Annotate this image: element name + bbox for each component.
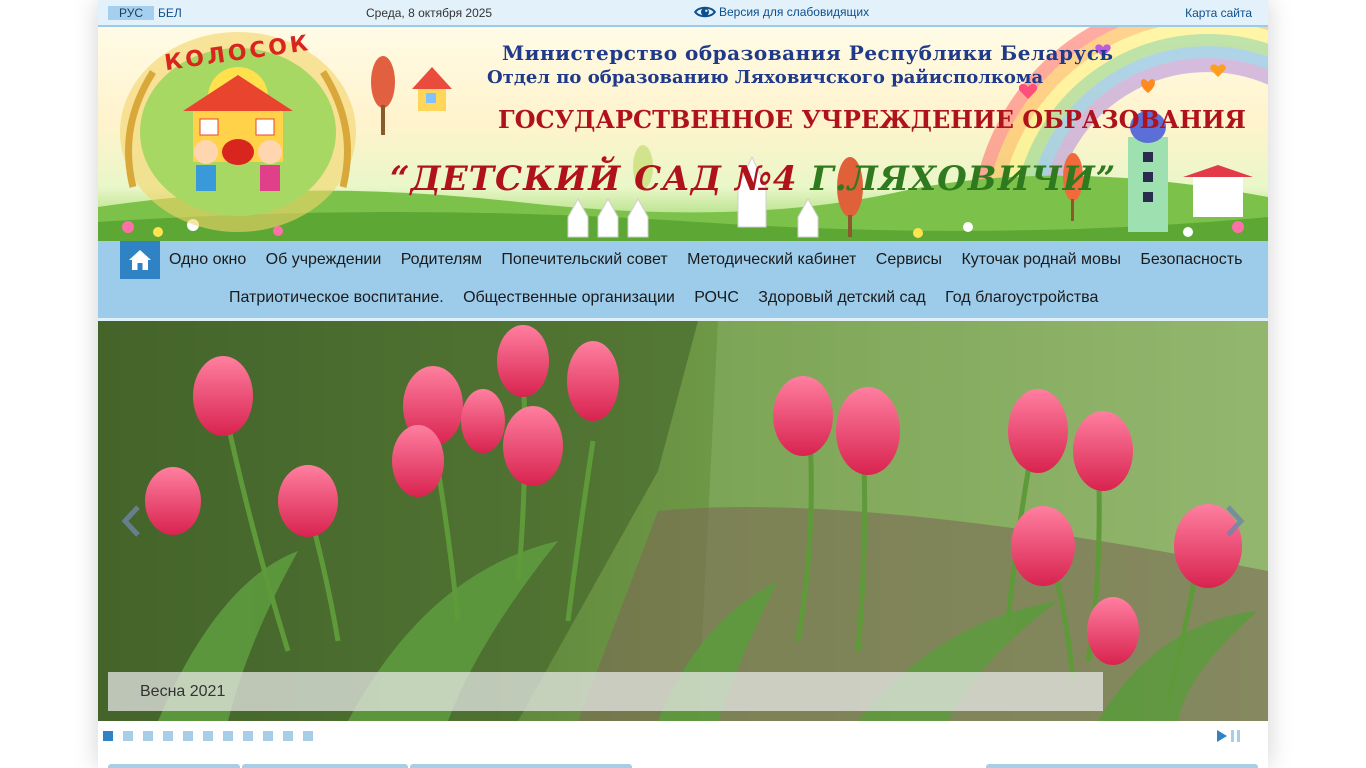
slider-prev-button[interactable] bbox=[116, 501, 146, 541]
institution-type: Государственное учреждение образования bbox=[498, 105, 1246, 134]
slider-dot-10[interactable] bbox=[283, 731, 293, 741]
low-vision-label: Версия для слабовидящих bbox=[719, 5, 870, 19]
menu-item-public-organizations[interactable]: Общественные организации bbox=[463, 289, 675, 307]
menu-item-safety[interactable]: Безопасность bbox=[1140, 251, 1242, 269]
chevron-right-icon bbox=[1226, 505, 1245, 537]
page-container: РУС БЕЛ Среда, 8 октября 2025 Версия для… bbox=[98, 0, 1268, 768]
chevron-left-icon bbox=[121, 505, 140, 537]
menu-item-about[interactable]: Об учреждении bbox=[266, 251, 382, 269]
slider-dot-3[interactable] bbox=[143, 731, 153, 741]
low-vision-link[interactable]: Версия для слабовидящих bbox=[693, 3, 869, 21]
menu-item-board-of-trustees[interactable]: Попечительский совет bbox=[501, 251, 667, 269]
slider-dot-7[interactable] bbox=[223, 731, 233, 741]
language-switcher: РУС БЕЛ bbox=[108, 6, 182, 20]
menu-row-1: Одно окно Об учреждении Родителям Попечи… bbox=[169, 241, 1262, 279]
tab-peek-4[interactable] bbox=[986, 764, 1258, 768]
home-icon bbox=[129, 250, 151, 270]
pause-icon[interactable] bbox=[1231, 730, 1240, 742]
menu-item-patriotic-education[interactable]: Патриотическое воспитание. bbox=[229, 289, 444, 307]
home-button[interactable] bbox=[120, 241, 160, 279]
menu-row-2: Патриотическое воспитание. Общественные … bbox=[229, 279, 1118, 317]
slider-dot-5[interactable] bbox=[183, 731, 193, 741]
menu-item-native-language[interactable]: Куточак роднай мовы bbox=[961, 251, 1121, 269]
lang-bel-link[interactable]: БЕЛ bbox=[158, 6, 182, 20]
institution-name-part1: “ДЕТСКИЙ САД №4 bbox=[390, 159, 798, 199]
sitemap-link[interactable]: Карта сайта bbox=[1185, 6, 1252, 20]
image-slider: Весна 2021 bbox=[98, 321, 1268, 721]
slider-pagination bbox=[103, 731, 323, 741]
slider-dot-11[interactable] bbox=[303, 731, 313, 741]
play-icon[interactable] bbox=[1217, 730, 1227, 742]
slider-dot-1[interactable] bbox=[103, 731, 113, 741]
department-title: Отдел по образованию Ляховичского райисп… bbox=[487, 67, 1044, 88]
tab-peek-3[interactable] bbox=[410, 764, 632, 768]
slider-next-button[interactable] bbox=[1220, 501, 1250, 541]
slider-dot-6[interactable] bbox=[203, 731, 213, 741]
institution-name: “ДЕТСКИЙ САД №4 Г.ЛЯХОВИЧИ” bbox=[390, 159, 1116, 199]
menu-item-parents[interactable]: Родителям bbox=[401, 251, 482, 269]
menu-item-improvement-year[interactable]: Год благоустройства bbox=[945, 289, 1098, 307]
menu-item-rochs[interactable]: РОЧС bbox=[694, 289, 739, 307]
slide-image-tulips bbox=[98, 321, 1268, 721]
lang-rus-button[interactable]: РУС bbox=[108, 6, 154, 20]
current-date: Среда, 8 октября 2025 bbox=[366, 6, 493, 20]
menu-item-one-window[interactable]: Одно окно bbox=[169, 251, 246, 269]
header-banner: КОЛОСОК Министерство образования Республ… bbox=[98, 27, 1268, 241]
tab-peek-1[interactable] bbox=[108, 764, 240, 768]
eye-icon bbox=[694, 6, 716, 18]
menu-item-methodical-office[interactable]: Методический кабинет bbox=[687, 251, 856, 269]
top-bar: РУС БЕЛ Среда, 8 октября 2025 Версия для… bbox=[98, 0, 1268, 27]
menu-item-healthy-kindergarten[interactable]: Здоровый детский сад bbox=[758, 289, 925, 307]
menu-item-services[interactable]: Сервисы bbox=[876, 251, 942, 269]
slider-dot-2[interactable] bbox=[123, 731, 133, 741]
slider-controls bbox=[98, 721, 1268, 751]
slider-dot-8[interactable] bbox=[243, 731, 253, 741]
slider-dot-9[interactable] bbox=[263, 731, 273, 741]
institution-name-part2: Г.ЛЯХОВИЧИ” bbox=[810, 159, 1117, 199]
tab-peek-2[interactable] bbox=[242, 764, 408, 768]
main-menu: Одно окно Об учреждении Родителям Попечи… bbox=[98, 241, 1268, 321]
slider-dot-4[interactable] bbox=[163, 731, 173, 741]
ministry-title: Министерство образования Республики Бела… bbox=[502, 41, 1114, 65]
slide-caption: Весна 2021 bbox=[108, 672, 1103, 711]
